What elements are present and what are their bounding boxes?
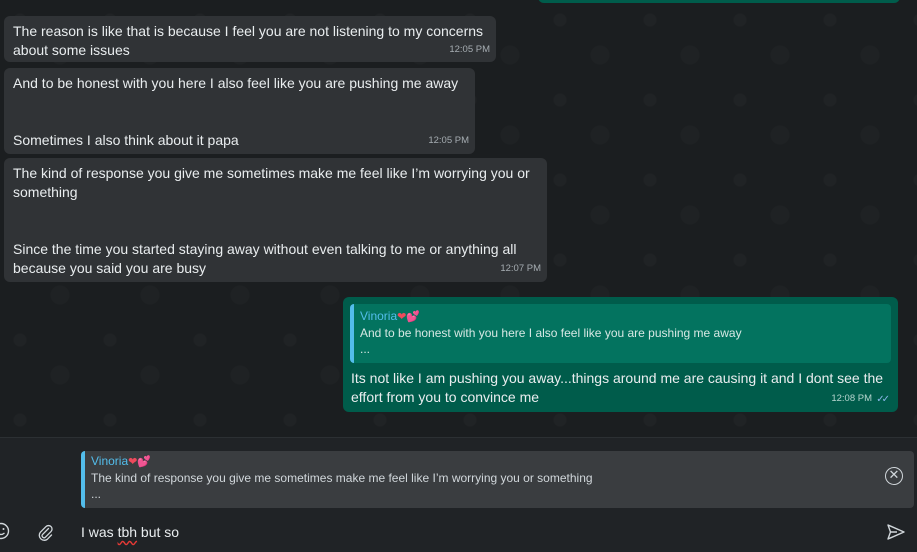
- send-icon[interactable]: [886, 523, 906, 541]
- message-input[interactable]: I was tbh but so: [81, 524, 179, 540]
- close-icon[interactable]: ✕: [885, 467, 903, 485]
- message-text: The reason is like that is because I fee…: [13, 23, 484, 58]
- chat-area: The reason is like that is because I fee…: [0, 0, 917, 437]
- input-text-part: but so: [137, 524, 180, 540]
- heart-emoji: ❤: [128, 456, 138, 468]
- quoted-message[interactable]: Vinoria❤💕 And to be honest with you here…: [350, 304, 891, 363]
- message-time: 12:08 PM: [831, 393, 872, 404]
- message-bubble-incoming[interactable]: The kind of response you give me sometim…: [4, 158, 547, 282]
- message-text: Its not like I am pushing you away...thi…: [351, 370, 884, 405]
- two-hearts-emoji: 💕: [137, 456, 152, 468]
- message-time: 12:07 PM: [500, 263, 541, 274]
- reply-preview-author: Vinoria❤💕: [91, 454, 152, 468]
- quote-author: Vinoria❤💕: [360, 309, 421, 323]
- message-text: The kind of response you give me sometim…: [13, 165, 530, 276]
- quote-more: ...: [360, 342, 371, 356]
- attach-icon[interactable]: [36, 523, 54, 541]
- double-check-icon: ✓✓: [876, 394, 890, 405]
- message-time: 12:05 PM: [449, 44, 490, 55]
- input-text-part: I was: [81, 524, 118, 540]
- message-bubble-incoming[interactable]: The reason is like that is because I fee…: [4, 16, 496, 62]
- two-hearts-emoji: 💕: [406, 311, 421, 323]
- message-bubble-outgoing[interactable]: Vinoria❤💕 And to be honest with you here…: [343, 297, 898, 412]
- previous-outgoing-message[interactable]: [538, 0, 900, 3]
- reply-preview-text: The kind of response you give me sometim…: [91, 471, 593, 485]
- message-time: 12:05 PM: [428, 135, 469, 146]
- message-text: And to be honest with you here I also fe…: [13, 75, 459, 148]
- emoji-icon[interactable]: [0, 522, 10, 540]
- reply-preview[interactable]: Vinoria❤💕 The kind of response you give …: [81, 451, 914, 508]
- reply-preview-more: ...: [91, 487, 102, 501]
- misspelled-word: tbh: [117, 524, 138, 540]
- heart-emoji: ❤: [397, 311, 407, 323]
- message-bubble-incoming[interactable]: And to be honest with you here I also fe…: [4, 68, 475, 154]
- quote-text: And to be honest with you here I also fe…: [360, 326, 742, 340]
